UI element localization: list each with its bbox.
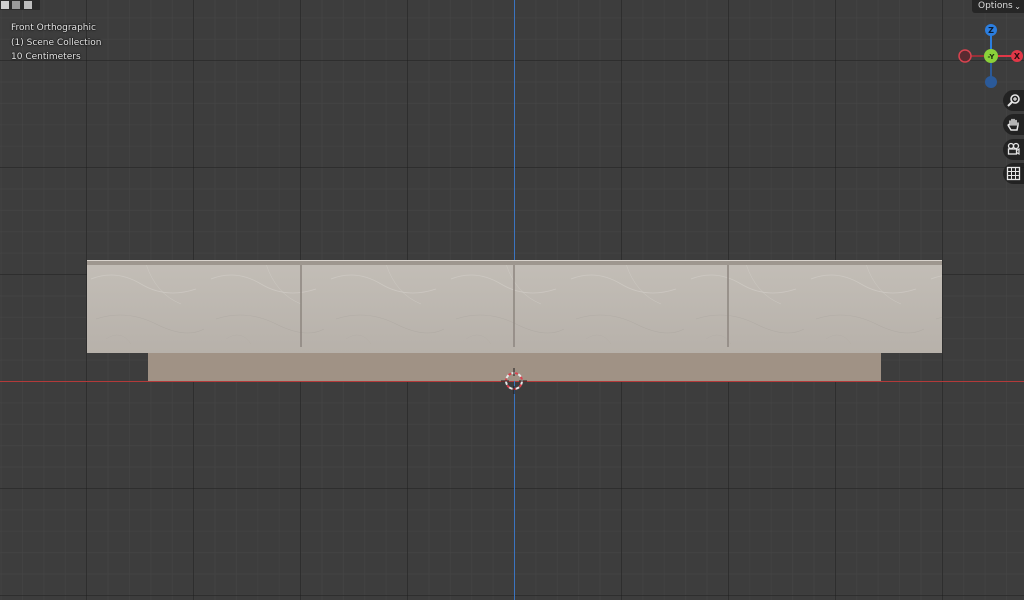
camera-view-button[interactable] bbox=[1003, 139, 1024, 160]
perspective-toggle-button[interactable] bbox=[1003, 163, 1024, 184]
grid-scale-label: 10 Centimeters bbox=[11, 52, 81, 62]
grid-icon bbox=[1006, 166, 1021, 181]
zoom-button[interactable] bbox=[1003, 90, 1024, 111]
gizmo-z-label: Z bbox=[988, 26, 994, 35]
gizmo-x-label: X bbox=[1014, 52, 1021, 61]
gizmo-neg-y-handle[interactable]: -Y bbox=[984, 49, 998, 63]
gizmo-y-label: -Y bbox=[988, 53, 996, 61]
mode-icon-2[interactable] bbox=[12, 1, 20, 9]
zoom-icon bbox=[1007, 94, 1020, 107]
camera-icon bbox=[1007, 142, 1020, 156]
gizmo-x-handle[interactable]: X bbox=[1011, 50, 1023, 62]
view-name-label: Front Orthographic bbox=[11, 23, 96, 33]
3d-viewport[interactable]: Front Orthographic (1) Scene Collection … bbox=[0, 0, 1024, 600]
gizmo-neg-x-handle[interactable] bbox=[958, 49, 972, 63]
mode-icon-3[interactable] bbox=[24, 1, 32, 9]
tv-cabinet-model[interactable] bbox=[86, 259, 944, 385]
gizmo-neg-z-handle[interactable] bbox=[985, 76, 997, 88]
3d-cursor[interactable] bbox=[501, 368, 527, 394]
pan-button[interactable] bbox=[1003, 114, 1024, 135]
collection-label: (1) Scene Collection bbox=[11, 38, 102, 48]
options-dropdown[interactable]: Options ⌄ bbox=[972, 0, 1024, 13]
gizmo-z-handle[interactable]: Z bbox=[985, 24, 997, 36]
options-label: Options bbox=[978, 1, 1013, 11]
hand-icon bbox=[1007, 118, 1019, 131]
chevron-down-icon: ⌄ bbox=[1014, 2, 1021, 11]
header-mode-icons[interactable] bbox=[0, 0, 40, 10]
mode-icon-1[interactable] bbox=[1, 1, 9, 9]
navigation-gizmo[interactable]: Z X -Y bbox=[950, 20, 1024, 92]
